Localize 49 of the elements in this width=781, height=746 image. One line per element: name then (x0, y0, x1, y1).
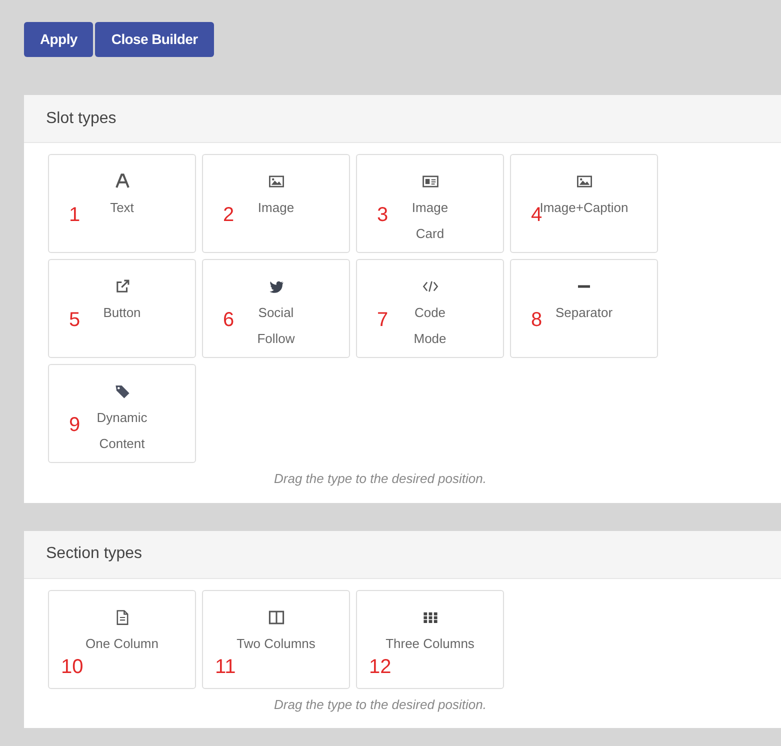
number-marker: 2 (223, 205, 234, 225)
tile-label: Social Follow (257, 304, 295, 348)
number-marker: 4 (531, 205, 542, 225)
two-columns-icon (268, 608, 284, 626)
number-marker: 3 (377, 205, 388, 225)
slot-tile[interactable]: 10 One Column (48, 590, 196, 688)
tile-label: Image+Caption (540, 199, 628, 215)
toolbar-button[interactable]: Apply (24, 22, 94, 57)
number-marker: 1 (69, 205, 80, 225)
number-marker: 10 (61, 656, 84, 676)
image-icon (268, 173, 284, 190)
panel-title: Section types (46, 544, 142, 564)
hint-text: Drag the type to the desired position. (274, 471, 486, 486)
tile-label: One Column (86, 634, 158, 652)
image-icon (576, 173, 592, 190)
tile-label: Separator (555, 304, 613, 322)
slot-tile[interactable]: 5 Button (48, 259, 196, 358)
tile-label: Code Mode (414, 304, 446, 348)
slot-tile[interactable]: 7 Code Mode (356, 259, 504, 358)
number-marker: 9 (69, 415, 80, 435)
slot-tile[interactable]: 8 Separator (510, 259, 658, 358)
tile-label: Dynamic Content (96, 409, 148, 453)
number-marker: 7 (377, 310, 388, 330)
tile-label: Image (258, 199, 294, 217)
letter-a-icon (114, 173, 130, 190)
slot-tile[interactable]: 1 Text (48, 154, 196, 253)
tile-label: Button (103, 304, 141, 322)
number-marker: 5 (69, 310, 80, 330)
slot-tile[interactable]: 6 Social Follow (202, 259, 350, 358)
tile-label: Image Card (412, 199, 448, 243)
slot-tile[interactable]: 2 Image (202, 154, 350, 253)
tile-label: Three Columns (386, 634, 474, 652)
number-marker: 12 (369, 656, 392, 676)
slot-tile[interactable]: 12 Three Columns (356, 590, 504, 688)
slot-tile[interactable]: 11 Two Columns (202, 590, 350, 688)
toolbar-button[interactable]: Close Builder (95, 22, 214, 57)
number-marker: 11 (215, 656, 236, 676)
number-marker: 6 (223, 310, 234, 330)
tile-label: Text (110, 199, 134, 217)
tile-label: Two Columns (236, 634, 316, 652)
slot-tile[interactable]: 9 Dynamic Content (48, 364, 196, 463)
id-card-icon (422, 173, 438, 190)
external-link-icon (114, 278, 130, 295)
hint-text: Drag the type to the desired position. (274, 696, 486, 712)
panel-title: Slot types (46, 108, 116, 128)
tag-icon (114, 383, 130, 400)
number-marker: 8 (531, 310, 542, 330)
slot-tile[interactable]: 3 Image Card (356, 154, 504, 253)
minus-icon (578, 285, 590, 288)
